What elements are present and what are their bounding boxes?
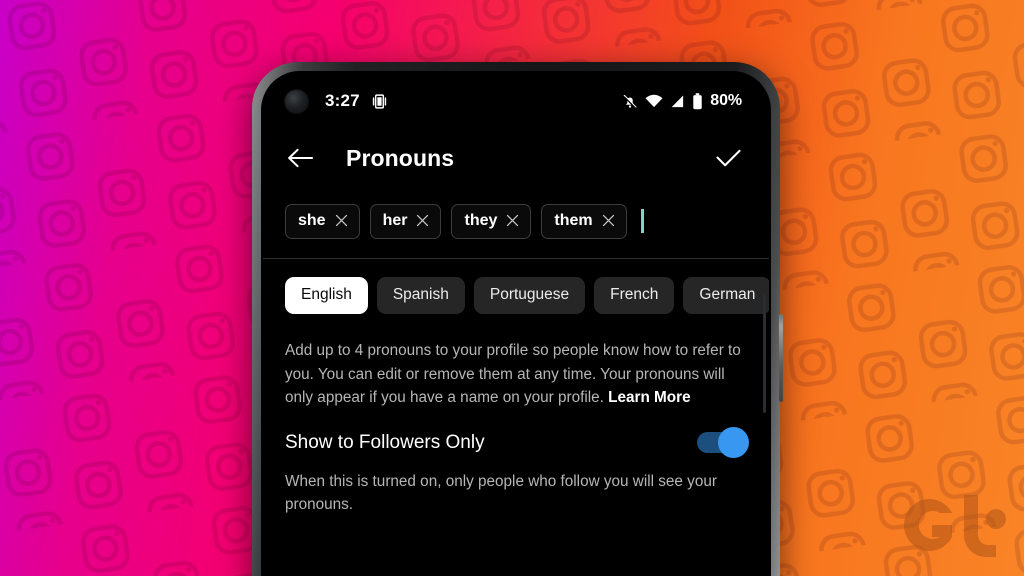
pronoun-chip-label: them — [554, 211, 593, 229]
pronoun-chip[interactable]: she — [285, 203, 360, 239]
pronoun-chip[interactable]: them — [541, 203, 627, 239]
cellular-signal-icon — [671, 95, 684, 107]
status-bar: 3:27 80% — [263, 73, 769, 129]
pronoun-chip[interactable]: her — [369, 203, 442, 239]
phone-device-frame: 3:27 80% Pronouns she her they them Engl… — [252, 62, 783, 576]
screen-cast-icon — [371, 93, 388, 110]
bell-slash-icon — [623, 94, 637, 109]
scrollbar[interactable] — [763, 295, 766, 413]
pronoun-chip[interactable]: they — [451, 203, 532, 239]
guiding-tech-watermark — [904, 495, 1006, 558]
language-tab-list: English Spanish Portuguese French German — [263, 259, 769, 314]
page-title: Pronouns — [346, 144, 455, 171]
close-icon[interactable] — [335, 214, 348, 227]
show-to-followers-row[interactable]: Show to Followers Only — [263, 410, 769, 458]
language-tab-spanish[interactable]: Spanish — [376, 277, 465, 314]
battery-icon — [693, 92, 702, 109]
power-button[interactable] — [779, 314, 783, 402]
app-header: Pronouns — [263, 129, 769, 187]
front-camera-icon — [285, 89, 308, 113]
status-time: 3:27 — [325, 91, 360, 110]
language-tab-english[interactable]: English — [285, 277, 368, 314]
show-to-followers-description: When this is turned on, only people who … — [285, 472, 717, 514]
pronoun-chip-label: she — [298, 211, 326, 229]
language-tab-portuguese[interactable]: Portuguese — [473, 277, 586, 314]
close-icon[interactable] — [416, 214, 429, 227]
status-indicators: 80% — [622, 92, 742, 110]
wifi-icon — [645, 94, 663, 107]
pronoun-chip-label: her — [382, 211, 408, 229]
learn-more-link[interactable]: Learn More — [608, 389, 690, 406]
language-tab-french[interactable]: French — [594, 277, 675, 314]
back-arrow-icon[interactable] — [287, 147, 314, 169]
text-input-caret — [640, 209, 644, 233]
phone-screen: 3:27 80% Pronouns she her they them Engl… — [263, 73, 769, 576]
language-tab-german[interactable]: German — [683, 277, 769, 314]
toggle-knob — [718, 427, 749, 458]
pronoun-chip-label: they — [464, 211, 498, 229]
show-to-followers-label: Show to Followers Only — [285, 431, 485, 453]
show-to-followers-toggle[interactable] — [697, 427, 749, 458]
checkmark-icon[interactable] — [715, 147, 742, 169]
pronoun-chips-field[interactable]: she her they them — [263, 187, 769, 241]
close-icon[interactable] — [602, 214, 615, 227]
battery-percent-label: 80% — [710, 92, 742, 109]
phone-bezel: 3:27 80% Pronouns she her they them Engl… — [261, 71, 771, 576]
close-icon[interactable] — [506, 214, 519, 227]
pronouns-description: Add up to 4 pronouns to your profile so … — [263, 314, 769, 410]
